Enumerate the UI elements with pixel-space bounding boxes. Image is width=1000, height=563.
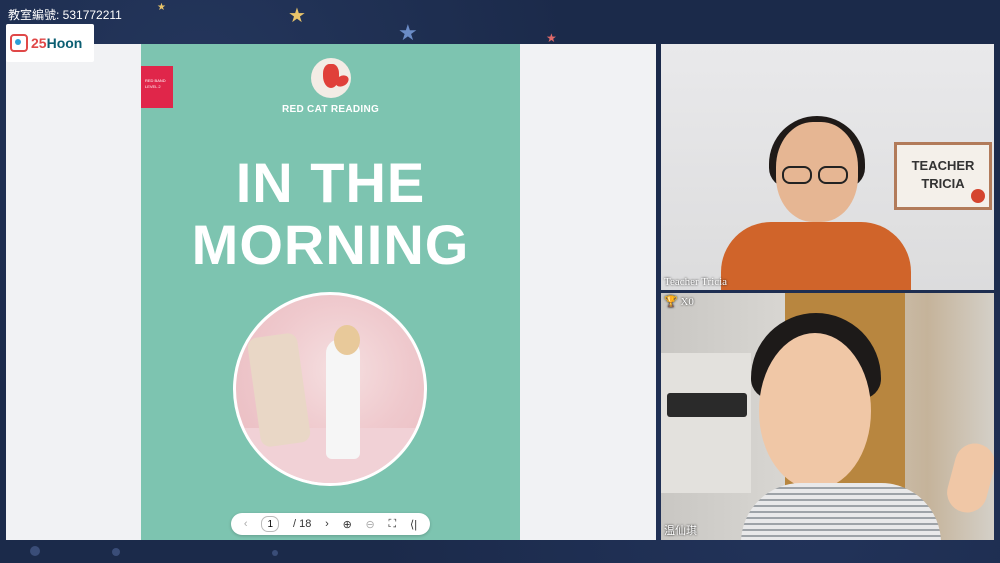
classroom-id: 教室編號: 531772211 xyxy=(8,8,122,22)
student-video: 🏆 X0 温仙琪 xyxy=(661,293,994,540)
trophy-icon: 🏆 xyxy=(664,296,678,308)
fullscreen-icon[interactable]: ⛶ xyxy=(389,518,397,531)
collapse-icon[interactable]: ⟨| xyxy=(410,518,417,531)
reward-count: X0 xyxy=(680,296,694,308)
teacher-name-label: Teacher Tricia xyxy=(664,276,728,288)
teacher-sign: TEACHER TRICIA xyxy=(894,142,992,210)
star-decoration: ★ xyxy=(398,20,418,45)
prev-page-button[interactable]: ‹ xyxy=(244,518,248,530)
book-page: RED BAND LEVEL 2 RED CAT READING IN THE … xyxy=(141,44,520,540)
next-page-button[interactable]: › xyxy=(325,518,329,530)
cover-photo xyxy=(233,292,427,486)
page-total: / 18 xyxy=(293,518,312,530)
glasses xyxy=(782,166,854,186)
logo-icon xyxy=(10,34,28,52)
page-number-input[interactable] xyxy=(261,516,280,532)
reward-counter: 🏆 X0 xyxy=(664,295,694,308)
logo-name: Hoon xyxy=(46,35,83,51)
apple-icon xyxy=(971,189,985,203)
title-line-1: IN THE xyxy=(235,151,426,214)
sign-line-1: TEACHER xyxy=(911,158,975,173)
student-name-label: 温仙琪 xyxy=(664,525,697,537)
publisher-name: RED CAT READING xyxy=(281,104,380,115)
zoom-out-icon[interactable]: ⊖ xyxy=(366,518,375,531)
teacher-video: TEACHER TRICIA Teacher Tricia xyxy=(661,44,994,290)
app-logo: 25Hoon xyxy=(6,24,94,62)
dot-decoration xyxy=(112,548,120,556)
star-decoration: ★ xyxy=(288,5,306,27)
dot-decoration xyxy=(30,546,40,556)
star-decoration: ★ xyxy=(157,2,166,13)
page-toolbar: ‹ / 18 › ⊕ ⊖ ⛶ ⟨| xyxy=(231,513,430,535)
zoom-in-icon[interactable]: ⊕ xyxy=(343,518,352,531)
book-title: IN THE MORNING xyxy=(141,152,520,276)
title-line-2: MORNING xyxy=(191,213,470,276)
logo-number: 25 xyxy=(31,35,47,51)
star-decoration: ★ xyxy=(546,31,557,45)
publisher-brand: RED CAT READING xyxy=(141,58,520,115)
dot-decoration xyxy=(272,550,278,556)
fox-logo-icon xyxy=(310,58,351,98)
